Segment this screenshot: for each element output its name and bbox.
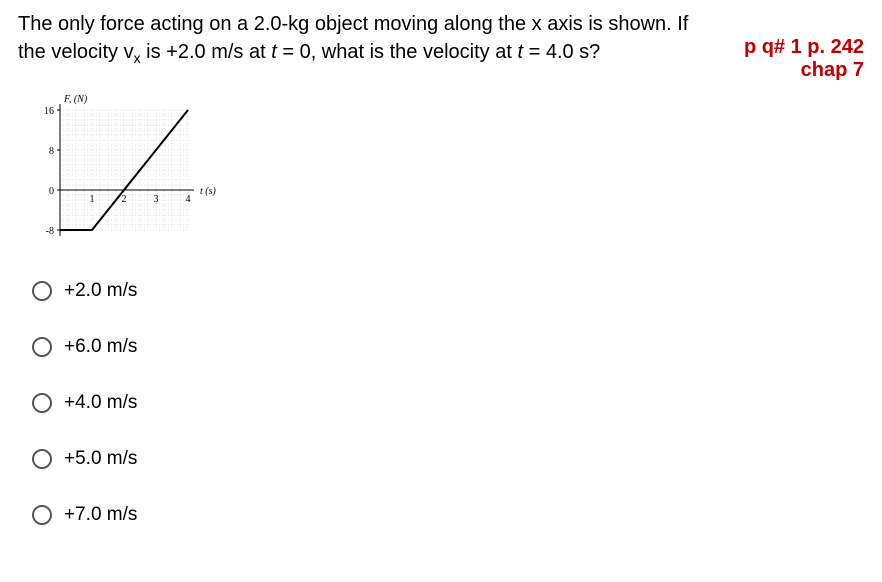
answer-option-label: +6.0 m/s xyxy=(64,336,137,358)
answer-option[interactable]: +4.0 m/s xyxy=(32,392,864,414)
answer-option-label: +2.0 m/s xyxy=(64,280,137,302)
radio-icon[interactable] xyxy=(32,505,52,525)
reference-line-2: chap 7 xyxy=(714,59,864,82)
answer-option-label: +5.0 m/s xyxy=(64,448,137,470)
svg-text:16: 16 xyxy=(44,106,54,117)
radio-icon[interactable] xyxy=(32,393,52,413)
question-text: The only force acting on a 2.0-kg object… xyxy=(18,10,714,69)
svg-text:F, (N): F, (N) xyxy=(63,94,88,105)
answer-option-label: +4.0 m/s xyxy=(64,392,137,414)
answer-option[interactable]: +6.0 m/s xyxy=(32,336,864,358)
answer-option[interactable]: +2.0 m/s xyxy=(32,280,864,302)
svg-text:8: 8 xyxy=(49,146,54,157)
svg-text:0: 0 xyxy=(49,186,54,197)
svg-text:-8: -8 xyxy=(46,226,54,237)
svg-text:1: 1 xyxy=(90,194,95,205)
force-time-chart: -8 0 8 16 1 2 3 4 F, (N) t (s) xyxy=(28,90,864,250)
answer-option-label: +7.0 m/s xyxy=(64,504,137,526)
radio-icon[interactable] xyxy=(32,281,52,301)
svg-text:4: 4 xyxy=(186,194,191,205)
radio-icon[interactable] xyxy=(32,337,52,357)
answer-option[interactable]: +7.0 m/s xyxy=(32,504,864,526)
svg-text:t (s): t (s) xyxy=(200,186,217,197)
svg-text:3: 3 xyxy=(154,194,159,205)
question-reference: p q# 1 p. 242 chap 7 xyxy=(714,10,864,82)
answer-option[interactable]: +5.0 m/s xyxy=(32,448,864,470)
answer-options: +2.0 m/s +6.0 m/s +4.0 m/s +5.0 m/s +7.0 m/s xyxy=(32,280,864,526)
svg-text:2: 2 xyxy=(122,194,127,205)
reference-line-1: p q# 1 p. 242 xyxy=(714,36,864,59)
radio-icon[interactable] xyxy=(32,449,52,469)
